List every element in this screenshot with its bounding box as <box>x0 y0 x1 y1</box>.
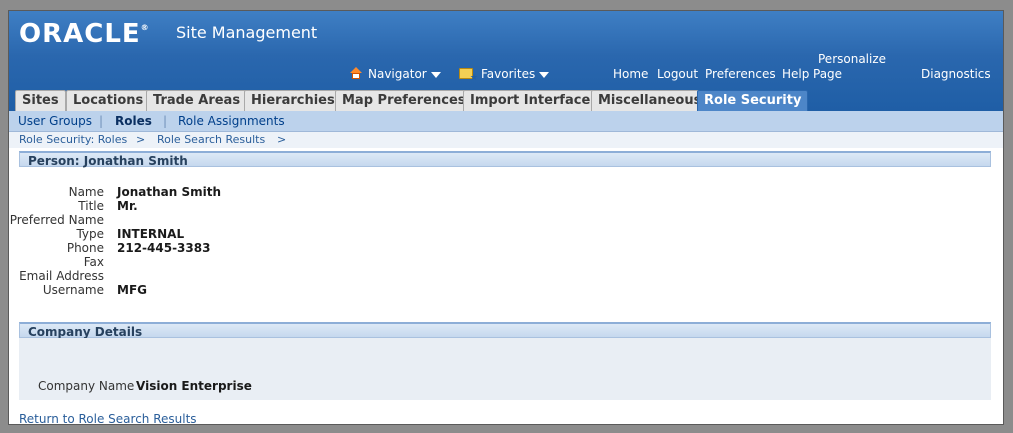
breadcrumb-role-search-results[interactable]: Role Search Results <box>157 133 265 146</box>
return-to-role-search-results-link[interactable]: Return to Role Search Results <box>19 412 197 424</box>
logout-link[interactable]: Logout <box>657 67 698 81</box>
breadcrumb-role-security-roles[interactable]: Role Security: Roles <box>19 133 127 146</box>
navigator-label: Navigator <box>368 67 427 81</box>
username-label: Username <box>42 283 104 297</box>
name-value: Jonathan Smith <box>117 185 221 199</box>
breadcrumb-separator: > <box>136 133 146 146</box>
tab-miscellaneous[interactable]: Miscellaneous <box>591 90 709 111</box>
chevron-down-icon <box>539 71 550 78</box>
subtab-user-groups[interactable]: User Groups <box>18 114 92 128</box>
company-name-label: Company Name <box>38 379 135 393</box>
name-label: Name <box>68 185 104 199</box>
type-label: Type <box>76 227 104 241</box>
subtab-bar: User Groups | Roles | Role Assignments <box>9 111 1003 132</box>
subtab-roles[interactable]: Roles <box>115 114 152 128</box>
email-address-label: Email Address <box>19 269 104 283</box>
favorites-folder-icon <box>459 68 478 83</box>
breadcrumb-separator: > <box>277 133 287 146</box>
personalize-page-link-line1[interactable]: Personalize <box>818 52 886 66</box>
company-name-value: Vision Enterprise <box>136 379 252 393</box>
diagnostics-link[interactable]: Diagnostics <box>921 67 991 81</box>
subtab-separator: | <box>99 114 104 128</box>
phone-value: 212-445-3383 <box>117 241 211 255</box>
global-header: ORACLE® Site Management Navigator Favori… <box>9 11 1003 112</box>
username-value: MFG <box>117 283 147 297</box>
type-value: INTERNAL <box>117 227 185 241</box>
house-icon <box>350 67 362 79</box>
phone-label: Phone <box>66 241 104 255</box>
tab-trade-areas[interactable]: Trade Areas <box>146 90 248 111</box>
company-section-header: Company Details <box>19 322 991 339</box>
personalize-page-link-line2[interactable]: Page <box>813 67 842 81</box>
title-label: Title <box>78 199 104 213</box>
subtab-role-assignments[interactable]: Role Assignments <box>178 114 285 128</box>
help-link[interactable]: Help <box>782 67 809 81</box>
app-window: ORACLE® Site Management Navigator Favori… <box>8 10 1004 425</box>
favorites-label: Favorites <box>481 67 536 81</box>
person-section-header: Person: Jonathan Smith <box>19 151 991 168</box>
chevron-down-icon <box>430 71 441 78</box>
tab-map-preferences[interactable]: Map Preferences <box>335 90 473 111</box>
fax-label: Fax <box>83 255 104 269</box>
home-link[interactable]: Home <box>613 67 648 81</box>
tab-import-interface[interactable]: Import Interface <box>463 90 598 111</box>
app-title: Site Management <box>176 23 318 42</box>
subtab-separator: | <box>163 114 168 128</box>
oracle-logo: ORACLE® <box>19 19 150 49</box>
tab-locations[interactable]: Locations <box>66 90 151 111</box>
favorites-menu[interactable]: Favorites <box>459 67 550 83</box>
preferences-link[interactable]: Preferences <box>705 67 776 81</box>
preferred-name-label: Preferred Name <box>9 213 104 227</box>
breadcrumb: Role Security: Roles > Role Search Resul… <box>9 132 1003 148</box>
title-value: Mr. <box>117 199 138 213</box>
tab-sites[interactable]: Sites <box>15 90 66 111</box>
tab-hierarchies[interactable]: Hierarchies <box>244 90 342 111</box>
navigator-menu[interactable]: Navigator <box>350 67 441 81</box>
company-details-panel: Company Name Vision Enterprise <box>19 338 991 400</box>
tab-role-security[interactable]: Role Security <box>697 90 809 112</box>
